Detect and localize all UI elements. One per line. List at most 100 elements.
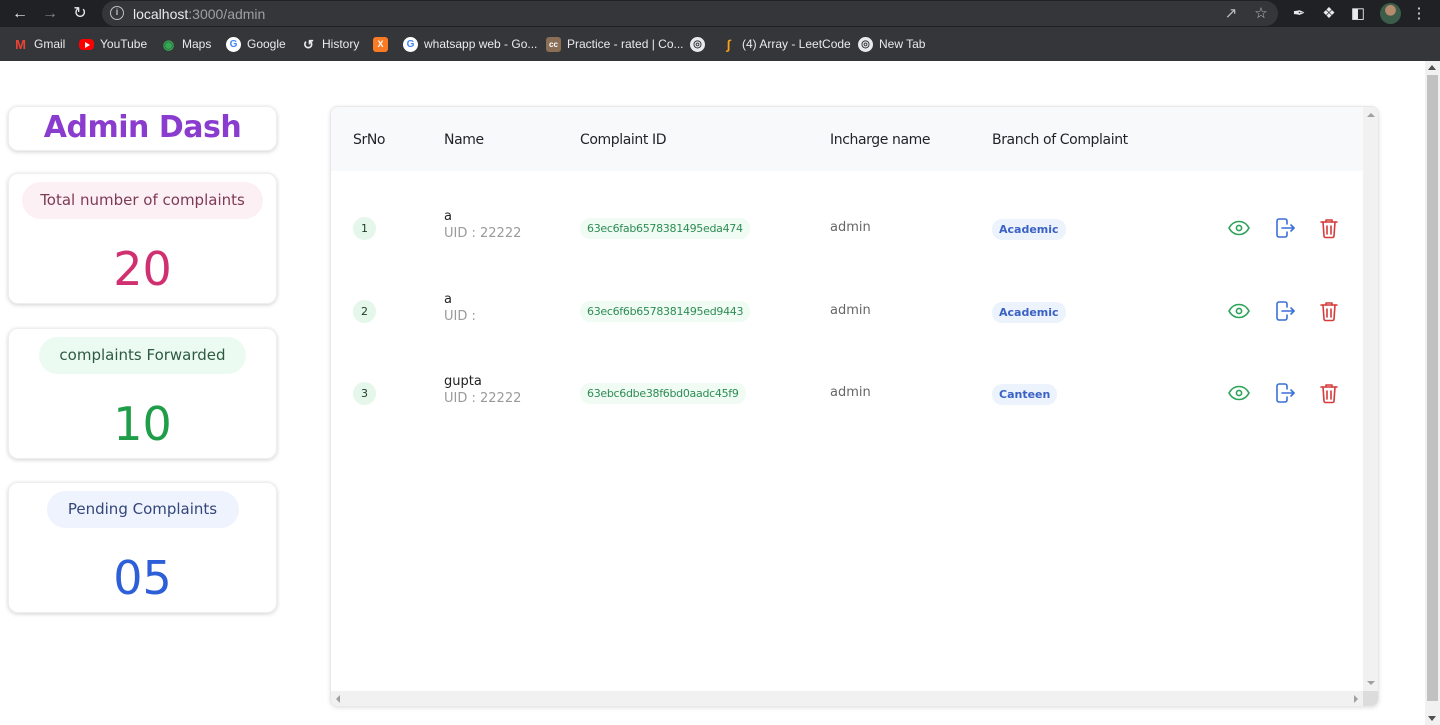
scroll-up-arrow[interactable] (1367, 113, 1375, 117)
complainant-name: a (444, 291, 452, 307)
title-card: Admin Dash (8, 106, 277, 151)
bookmark-youtube[interactable]: YouTube (79, 36, 147, 52)
leetcode-icon: ∫ (726, 36, 731, 52)
forward-button[interactable]: → (40, 4, 60, 24)
complaints-table: SrNo Name Complaint ID Incharge name Bra… (330, 106, 1379, 707)
bookmark-label: Gmail (34, 37, 66, 51)
gmail-icon: M (15, 36, 26, 52)
column-header-incharge: Incharge name (830, 132, 931, 148)
bookmark-label: whatsapp web - Go... (424, 37, 538, 51)
scrollbar-thumb[interactable] (1427, 75, 1438, 701)
reload-button[interactable]: ↻ (70, 4, 90, 24)
scroll-down-arrow[interactable] (1428, 716, 1436, 721)
forward-icon (1276, 218, 1295, 238)
bookmark-xampp[interactable]: X (373, 36, 394, 52)
maps-icon: ◉ (162, 36, 175, 52)
trash-icon (1320, 301, 1338, 321)
stat-label: Pending Complaints (46, 491, 239, 528)
bookmark-globe[interactable]: ◎ (690, 36, 711, 52)
stat-label: complaints Forwarded (39, 337, 246, 374)
complaint-id-badge: 63ec6f6b6578381495ed9443 (580, 300, 751, 322)
incharge-name: admin (830, 220, 871, 235)
profile-avatar[interactable] (1380, 3, 1401, 24)
extension-tool-icon[interactable]: ✒ (1289, 4, 1309, 24)
bookmark-whatsapp-web[interactable]: Gwhatsapp web - Go... (403, 36, 537, 52)
complainant-name: a (444, 209, 452, 224)
stat-card-total: Total number of complaints 20 (8, 173, 277, 304)
column-header-srno: SrNo (353, 132, 386, 148)
complaint-id-badge: 63ebc6dbe38f6bd0aadc45f9 (580, 383, 746, 404)
side-panel-icon[interactable]: ◧ (1348, 4, 1368, 24)
scroll-left-arrow[interactable] (336, 695, 340, 703)
menu-kebab-icon[interactable]: ⋮ (1409, 4, 1429, 24)
complainant-name: gupta (444, 374, 482, 389)
branch-badge: Academic (992, 219, 1066, 240)
table-row: 3 gupta UID : 22222 63ebc6dbe38f6bd0aadc… (331, 354, 1363, 436)
incharge-name: admin (830, 385, 871, 400)
bookmark-codechef[interactable]: cc Practice - rated | Co... (546, 36, 684, 52)
forward-complaint-button[interactable] (1273, 299, 1297, 323)
forward-complaint-button[interactable] (1273, 216, 1297, 240)
forward-icon (1276, 300, 1295, 321)
table-row: 1 a UID : 22222 63ec6fab6578381495eda474… (331, 189, 1363, 271)
delete-button[interactable] (1317, 216, 1341, 240)
forward-complaint-button[interactable] (1273, 381, 1297, 405)
stat-value: 20 (113, 242, 172, 296)
admin-dashboard-page: Admin Dash Total number of complaints 20… (0, 61, 1425, 725)
table-vertical-scrollbar[interactable] (1363, 107, 1378, 691)
bookmark-google[interactable]: G Google (226, 36, 286, 52)
srno-badge: 1 (353, 217, 376, 240)
address-bar[interactable]: i localhost:3000/admin ↗ ☆ (102, 1, 1278, 26)
page-vertical-scrollbar[interactable] (1425, 61, 1440, 725)
bookmark-leetcode[interactable]: ∫ (4) Array - LeetCode (721, 36, 851, 52)
bookmark-label: History (322, 37, 360, 51)
table-horizontal-scrollbar[interactable] (331, 691, 1363, 706)
view-button[interactable] (1227, 299, 1251, 323)
scroll-right-arrow[interactable] (1354, 695, 1358, 703)
bookmark-maps[interactable]: ◉ Maps (161, 36, 212, 52)
back-button[interactable]: ← (10, 4, 30, 24)
eye-icon (1228, 385, 1250, 401)
view-button[interactable] (1227, 216, 1251, 240)
stat-card-pending: Pending Complaints 05 (8, 482, 277, 613)
column-header-branch: Branch of Complaint (992, 132, 1128, 148)
bookmark-star-icon[interactable]: ☆ (1252, 5, 1270, 23)
google-icon: G (226, 36, 241, 52)
globe-icon: ◎ (690, 36, 705, 52)
column-header-complaint-id: Complaint ID (580, 132, 667, 148)
branch-badge: Academic (992, 301, 1066, 323)
delete-button[interactable] (1317, 381, 1341, 405)
url-path: :3000/admin (188, 6, 266, 22)
delete-button[interactable] (1317, 299, 1341, 323)
share-icon[interactable]: ↗ (1222, 5, 1240, 23)
incharge-name: admin (830, 302, 871, 318)
browser-toolbar: ← → ↻ i localhost:3000/admin ↗ ☆ ✒ ❖ ◧ ⋮ (0, 0, 1440, 27)
bookmark-new-tab[interactable]: ◎ New Tab (858, 36, 925, 52)
trash-icon (1320, 384, 1338, 404)
bookmarks-bar: M Gmail YouTube ◉ Maps G Google ↺ History X … (0, 27, 1440, 61)
branch-badge: Canteen (992, 384, 1058, 405)
page-title: Admin Dash (43, 110, 242, 145)
forward-icon (1276, 383, 1295, 403)
trash-icon (1320, 219, 1338, 239)
site-info-icon[interactable]: i (110, 6, 124, 20)
bookmark-label: Google (247, 37, 286, 51)
scroll-down-arrow[interactable] (1367, 681, 1375, 685)
globe-icon: ◎ (858, 36, 873, 52)
url-text[interactable]: localhost:3000/admin (133, 6, 265, 22)
eye-icon (1228, 303, 1250, 318)
table-row: 2 a UID : 63ec6f6b6578381495ed9443 admin… (331, 272, 1363, 354)
scroll-up-arrow[interactable] (1428, 65, 1436, 70)
srno-badge: 2 (353, 299, 376, 323)
stat-value: 10 (113, 397, 172, 451)
bookmark-label: Maps (182, 37, 212, 51)
history-icon: ↺ (303, 36, 314, 52)
bookmark-gmail[interactable]: M Gmail (13, 36, 65, 52)
xampp-icon: X (373, 36, 388, 52)
bookmark-history[interactable]: ↺ History (301, 36, 359, 52)
stat-label: Total number of complaints (22, 182, 263, 219)
codechef-icon: cc (546, 36, 561, 52)
view-button[interactable] (1227, 381, 1251, 405)
extensions-puzzle-icon[interactable]: ❖ (1319, 4, 1339, 24)
bookmark-label: New Tab (879, 37, 926, 51)
